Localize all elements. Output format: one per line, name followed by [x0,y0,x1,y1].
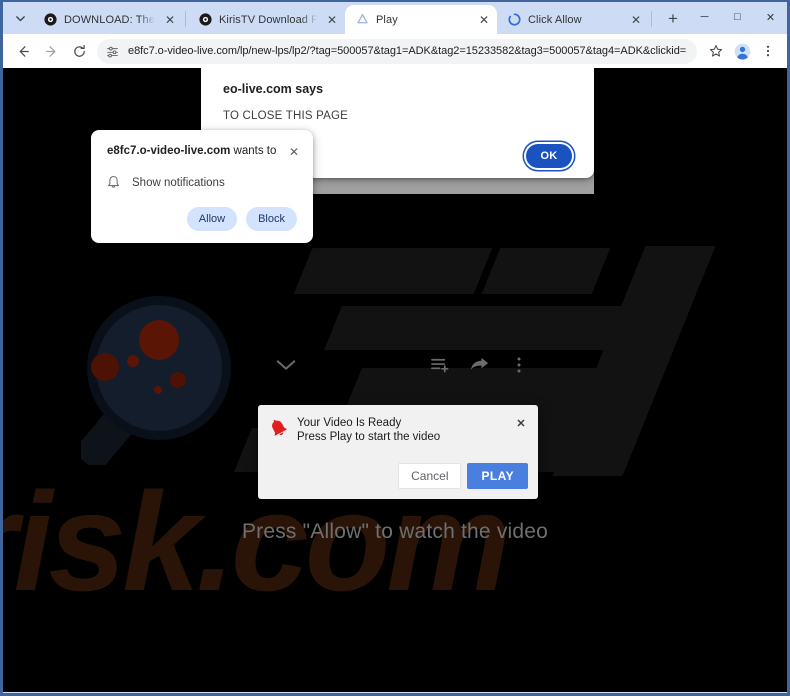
notification-permission-bubble: e8fc7.o-video-live.com wants to ✕ Show n… [91,130,313,243]
video-dialog-actions: Cancel PLAY [268,463,528,489]
tab-click-allow[interactable]: Click Allow ✕ [497,5,649,34]
tab-separator [185,11,186,27]
bell-icon [108,176,119,188]
profile-button[interactable] [729,38,755,64]
tab-search-button[interactable] [7,5,33,31]
tab-kiristv-download-page[interactable]: KirisTV Download Page — ✕ [188,5,345,34]
odysee-icon [43,13,57,27]
permission-title: e8fc7.o-video-live.com wants to [107,144,285,159]
decor-stripe [293,248,493,294]
page-viewport: risk.com Press "Allow" to watch the vide… [3,68,787,692]
tab-label: Play [376,13,398,26]
tab-close-button[interactable]: ✕ [323,11,341,29]
alert-ok-button[interactable]: OK [526,144,572,168]
share-arrow-icon[interactable] [467,352,493,378]
tab-close-button[interactable]: ✕ [475,11,493,29]
forward-button[interactable] [37,37,65,65]
permission-close-button[interactable]: ✕ [285,143,303,161]
magnifier-logo-icon [81,296,231,465]
video-dialog-subtitle: Press Play to start the video [297,431,441,443]
player-action-bar [427,351,532,379]
permission-actions: Allow Block [91,190,313,231]
play-site-icon [355,13,369,27]
permission-title-suffix: wants to [230,145,277,157]
vertical-three-dot-icon[interactable] [506,352,532,378]
loading-spinner-icon [507,13,521,27]
back-arrow-icon [19,45,29,57]
video-dialog-close-button[interactable]: ✕ [514,416,528,430]
video-dialog-title: Your Video Is Ready [297,417,402,429]
block-button[interactable]: Block [246,207,297,231]
tab-close-button[interactable]: ✕ [161,11,179,29]
odysee-icon [198,13,212,27]
decor-stripe [552,246,716,476]
permission-header: e8fc7.o-video-live.com wants to ✕ [91,144,313,161]
browser-toolbar: e8fc7.o-video-live.com/lp/new-lps/lp2/?t… [3,34,787,68]
tab-label: Click Allow [528,13,582,26]
chevron-down-icon [276,360,296,370]
permission-origin: e8fc7.o-video-live.com [107,145,231,157]
video-ready-dialog: Your Video Is Ready Press Play to start … [258,405,538,499]
press-allow-text: Press "Allow" to watch the video [241,520,549,543]
tune-site-settings-icon[interactable] [106,45,119,58]
reload-button[interactable] [65,37,93,65]
alert-title: eo-live.com says [223,82,324,96]
tab-separator [651,11,652,27]
url-text: e8fc7.o-video-live.com/lp/new-lps/lp2/?t… [128,45,687,57]
tab-label: DOWNLOAD: The Lord of t [64,13,155,26]
tab-label: KirisTV Download Page — [219,13,317,26]
tab-close-button[interactable]: ✕ [627,11,645,29]
bookmark-button[interactable] [703,38,729,64]
permission-label: Show notifications [132,176,225,189]
alert-message: TO CLOSE THIS PAGE [223,110,349,122]
chevron-down-icon [15,15,25,21]
cancel-button[interactable]: Cancel [398,463,462,489]
play-button[interactable]: PLAY [467,463,528,489]
browser-menu-button[interactable] [755,38,781,64]
tab-strip: DOWNLOAD: The Lord of t ✕ KirisTV Downlo… [3,2,787,34]
minimize-button[interactable]: ─ [688,2,721,32]
profile-avatar-icon [734,43,750,60]
add-to-queue-icon[interactable] [427,352,453,378]
decor-stripe [481,248,611,294]
maximize-button[interactable]: □ [721,2,754,32]
video-dialog-text: Your Video Is Ready Press Play to start … [297,416,514,444]
tab-download-lord-of[interactable]: DOWNLOAD: The Lord of t ✕ [33,5,183,34]
permission-row: Show notifications [91,161,313,190]
address-bar[interactable]: e8fc7.o-video-live.com/lp/new-lps/lp2/?t… [97,38,697,64]
decor-stripe [324,306,642,350]
star-icon [709,45,723,57]
reload-icon [73,44,85,57]
close-window-button[interactable]: ✕ [754,2,787,32]
tab-play[interactable]: Play ✕ [345,5,497,34]
forward-arrow-icon [45,45,55,57]
back-button[interactable] [9,37,37,65]
player-collapse-button[interactable] [271,351,301,379]
video-dialog-body: Your Video Is Ready Press Play to start … [268,416,528,445]
browser-window: DOWNLOAD: The Lord of t ✕ KirisTV Downlo… [0,0,790,696]
window-controls: ─ □ ✕ [688,2,787,34]
allow-button[interactable]: Allow [186,207,238,231]
new-tab-button[interactable]: + [660,5,686,31]
red-bell-icon [268,418,292,445]
three-dot-menu-icon [766,45,770,57]
